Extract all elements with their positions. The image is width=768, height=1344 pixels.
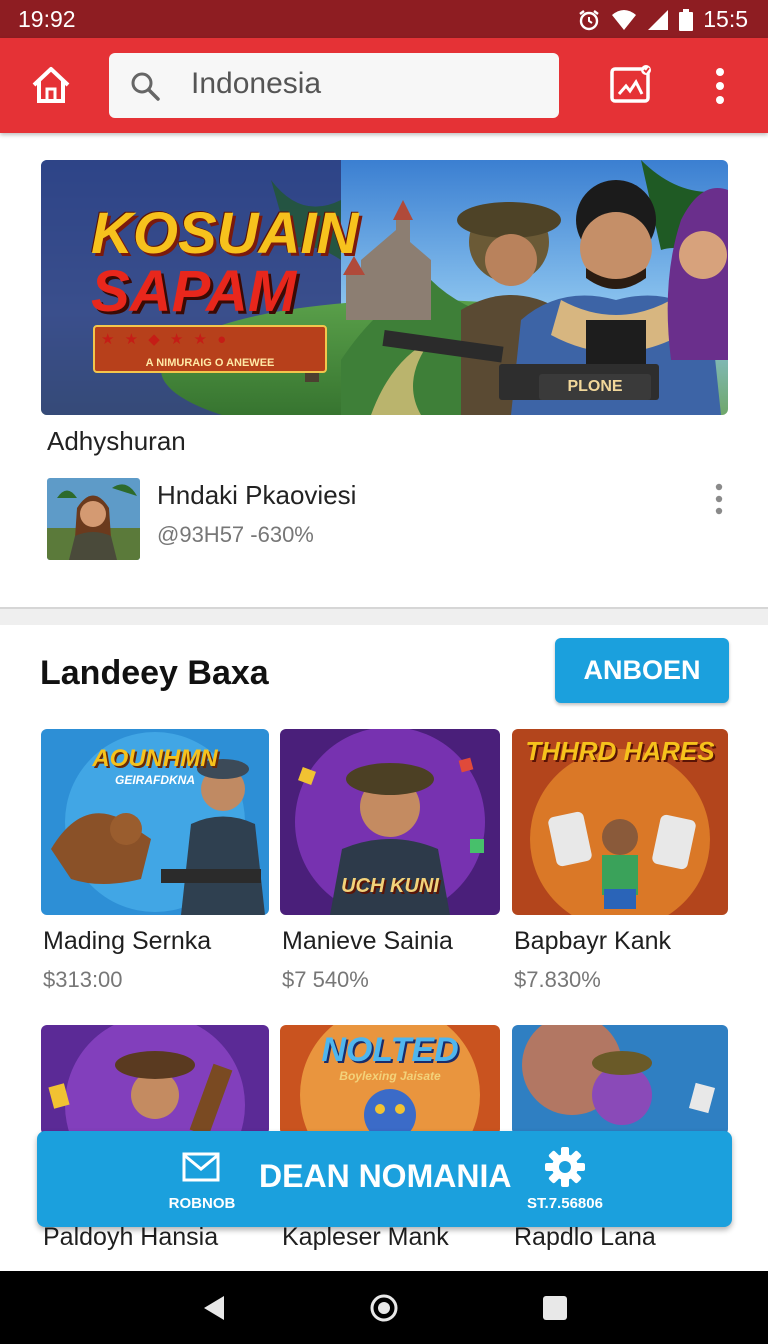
section-action-button[interactable]: ANBOEN [555, 638, 729, 703]
recents-button[interactable] [540, 1293, 570, 1323]
game-art-subtitle: Boylexing Jaisate [339, 1069, 441, 1083]
more-vert-icon [716, 68, 724, 104]
home-button[interactable] [28, 62, 74, 108]
game-art-title: UCH KUNI [341, 875, 439, 897]
banner-title-line2: SAPAM [91, 259, 297, 324]
game-thumbnail: UCH KUNI [280, 729, 500, 915]
rating-stars-icon: ★ ★ ◆ ★ ★ ● [101, 331, 230, 348]
status-time-left: 19:92 [18, 6, 76, 32]
featured-item-more-button[interactable] [712, 482, 726, 516]
featured-label: Adhyshuran [47, 426, 186, 456]
search-input-text[interactable]: Indonesia [191, 67, 321, 101]
home-circle-icon [370, 1294, 398, 1322]
home-icon [32, 67, 70, 103]
recents-icon [543, 1296, 567, 1320]
mail-icon [182, 1152, 220, 1182]
signal-icon [648, 9, 669, 30]
featured-item-meta: @93Η57 -630% [157, 522, 314, 547]
game-name: Manieve Sainia [282, 927, 453, 955]
featured-item-thumbnail [47, 478, 140, 560]
wifi-icon [612, 9, 637, 30]
banner-title-line1: KOSUAIN [91, 201, 359, 266]
game-name: Kapleser Mank [282, 1223, 449, 1251]
bottom-action-panel: ROBNOB DEAN NOMANIA ST.7.56806 [37, 1131, 732, 1227]
game-name: Paldoyh Hansia [43, 1223, 219, 1251]
game-price: $7.830% [514, 967, 601, 992]
game-art-title: NOLTED [321, 1031, 459, 1069]
gear-icon [545, 1147, 585, 1187]
featured-banner[interactable]: KOSUAIN SAPAM ★ ★ ◆ ★ ★ ● A NIMURAIG O A… [41, 160, 728, 415]
featured-item-name: Hndaki Pkaoviesi [157, 480, 357, 510]
section-divider [0, 607, 768, 625]
game-price: $7 540% [282, 967, 369, 992]
home-nav-button[interactable] [369, 1293, 399, 1323]
mail-label: ROBNOB [168, 1195, 236, 1212]
status-time-right: 15:5 [703, 6, 748, 32]
featured-list-item[interactable]: Hndaki Pkaoviesi @93Η57 -630% [47, 478, 737, 560]
game-name: Bapbayr Kank [514, 927, 672, 955]
game-art-title: AOUNHMN [92, 745, 218, 772]
banner-gun-label: PLONE [539, 374, 651, 400]
back-icon [204, 1296, 224, 1320]
back-button[interactable] [200, 1293, 230, 1323]
bottom-panel-title[interactable]: DEAN NOMANIA [259, 1158, 511, 1195]
alarm-icon [579, 9, 599, 30]
game-thumbnail: THHRD HARES [512, 729, 728, 915]
mail-button[interactable] [182, 1151, 220, 1188]
system-navigation-bar [0, 1271, 768, 1344]
app-bar: Indonesia [0, 38, 768, 133]
section-title: Landeey Baxa [40, 654, 269, 692]
cast-button[interactable] [608, 62, 654, 108]
game-price: $313:00 [43, 967, 123, 992]
more-vert-icon [715, 483, 723, 515]
status-bar: 19:92 15:5 [0, 0, 768, 38]
game-name: Mading Sernka [43, 927, 212, 955]
game-name: Rapdlo Lana [514, 1223, 656, 1251]
banner-title: KOSUAIN SAPAM [91, 205, 358, 321]
game-art-subtitle: GEIRAFDKNA [115, 773, 195, 787]
cast-icon [610, 65, 651, 103]
game-thumbnail: NOLTED Boylexing Jaisate [280, 1025, 500, 1135]
game-thumbnail [41, 1025, 269, 1135]
status-icons: 15:5 [577, 6, 748, 33]
game-art-title: THHRD HARES [525, 736, 715, 766]
battery-icon [679, 8, 694, 31]
overflow-menu-button[interactable] [702, 66, 738, 106]
game-thumbnail [512, 1025, 728, 1135]
banner-tagline: A NIMURAIG O ANEWEE [145, 357, 275, 369]
settings-label: ST.7.56806 [527, 1195, 603, 1212]
search-icon [131, 72, 160, 101]
banner-ribbon: ★ ★ ◆ ★ ★ ● A NIMURAIG O ANEWEE [93, 325, 327, 373]
search-field[interactable]: Indonesia [109, 53, 559, 118]
settings-button[interactable] [543, 1145, 587, 1194]
game-thumbnail: AOUNHMN GEIRAFDKNA [41, 729, 269, 915]
